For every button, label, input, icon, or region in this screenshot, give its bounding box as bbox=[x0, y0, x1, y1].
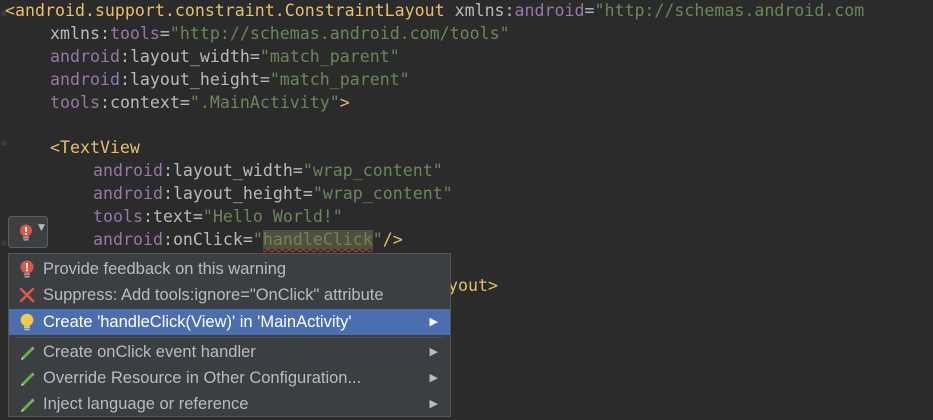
menu-item-label: Create 'handleClick(View)' in 'MainActiv… bbox=[43, 313, 352, 331]
attr-name: layout_height bbox=[172, 184, 303, 203]
attr-value: "wrap_content" bbox=[302, 161, 443, 180]
menu-item-suppress[interactable]: Suppress: Add tools:ignore="OnClick" att… bbox=[9, 282, 450, 308]
code-line-9: android:layout_height="wrap_content" bbox=[93, 182, 453, 205]
code-line-11: android:onClick="handleClick"/> bbox=[93, 228, 403, 251]
attr-value: "Hello World!" bbox=[202, 207, 343, 226]
attr-colon: : bbox=[504, 1, 515, 20]
submenu-arrow-icon: ▶ bbox=[429, 315, 438, 328]
attr-equals: = bbox=[179, 93, 190, 112]
attr-equals: = bbox=[259, 70, 270, 89]
attr-namespace: android bbox=[50, 47, 120, 66]
menu-item-label: Override Resource in Other Configuration… bbox=[43, 369, 362, 387]
menu-item-create-onclick-handler[interactable]: Create onClick event handler ▶ bbox=[9, 339, 450, 365]
attr-equals: = bbox=[292, 161, 303, 180]
chevron-down-icon: ▼ bbox=[38, 223, 45, 233]
tag-bracket: < bbox=[5, 1, 15, 20]
attr-name: context bbox=[109, 93, 180, 112]
tag-name: <TextView bbox=[50, 138, 140, 157]
menu-item-inject-language[interactable]: Inject language or reference ▶ bbox=[9, 391, 450, 417]
attr-value: ".MainActivity" bbox=[189, 93, 340, 112]
attr-equals: = bbox=[242, 230, 253, 249]
attr-namespace: android bbox=[93, 184, 163, 203]
attr-value: "http://schemas.android.com/tools" bbox=[169, 24, 510, 43]
attr-name: tools bbox=[109, 24, 160, 43]
attr-namespace: android bbox=[93, 161, 163, 180]
warning-bulb-icon bbox=[20, 260, 34, 278]
tag-name: android.support.constraint.ConstraintLay… bbox=[15, 1, 445, 20]
tag-close: /> bbox=[382, 230, 403, 249]
attr-equals: = bbox=[584, 1, 595, 20]
red-x-icon bbox=[19, 287, 35, 303]
attr-colon: : bbox=[162, 161, 173, 180]
attr-value: "match_parent" bbox=[269, 70, 410, 89]
code-line-7: <TextView bbox=[50, 136, 140, 159]
attr-namespace: android bbox=[93, 230, 163, 249]
code-line-1: <android.support.constraint.ConstraintLa… bbox=[5, 0, 864, 22]
attr-name: onClick bbox=[172, 230, 243, 249]
attr-colon: : bbox=[99, 93, 110, 112]
menu-item-provide-feedback[interactable]: Provide feedback on this warning bbox=[9, 256, 450, 282]
submenu-arrow-icon: ▶ bbox=[429, 345, 438, 358]
attr-equals: = bbox=[192, 207, 203, 226]
attr-namespace: android bbox=[50, 70, 120, 89]
attr-value-quote: " bbox=[372, 230, 383, 249]
code-line-2: xmlns:tools="http://schemas.android.com/… bbox=[50, 22, 510, 45]
menu-separator bbox=[15, 337, 443, 338]
submenu-arrow-icon: ▶ bbox=[429, 371, 438, 384]
attr-equals: = bbox=[302, 184, 313, 203]
attr-colon: : bbox=[162, 230, 173, 249]
menu-item-label: Suppress: Add tools:ignore="OnClick" att… bbox=[43, 286, 384, 304]
attr-colon: : bbox=[99, 24, 110, 43]
attr-name: layout_width bbox=[172, 161, 293, 180]
code-editor[interactable]: <android.support.constraint.ConstraintLa… bbox=[0, 0, 933, 420]
attr-colon: : bbox=[142, 207, 153, 226]
menu-item-override-resource[interactable]: Override Resource in Other Configuration… bbox=[9, 365, 450, 391]
code-line-5: tools:context=".MainActivity"> bbox=[50, 91, 350, 114]
warning-highlight[interactable]: handleClick bbox=[262, 230, 373, 249]
menu-item-create-handleclick[interactable]: Create 'handleClick(View)' in 'MainActiv… bbox=[9, 309, 450, 335]
attr-name: layout_width bbox=[129, 47, 250, 66]
menu-item-label: Inject language or reference bbox=[43, 395, 249, 413]
attr-value-quote: " bbox=[252, 230, 263, 249]
tag-close: > bbox=[339, 93, 350, 112]
attr-namespace: tools bbox=[50, 93, 100, 112]
attr-namespace: xmlns bbox=[454, 1, 505, 20]
attr-name: text bbox=[152, 207, 193, 226]
pencil-icon bbox=[21, 346, 35, 360]
attr-colon: : bbox=[119, 47, 130, 66]
attr-colon: : bbox=[162, 184, 173, 203]
menu-item-label: Create onClick event handler bbox=[43, 343, 256, 361]
pencil-icon bbox=[21, 372, 35, 386]
menu-item-label: Provide feedback on this warning bbox=[43, 260, 287, 278]
attr-namespace: xmlns bbox=[50, 24, 100, 43]
code-line-10: tools:text="Hello World!" bbox=[93, 205, 343, 228]
attr-namespace: tools bbox=[93, 207, 143, 226]
attr-value: "match_parent" bbox=[259, 47, 400, 66]
attr-name: layout_height bbox=[129, 70, 260, 89]
attr-value: "wrap_content" bbox=[312, 184, 453, 203]
gutter-fold-marker[interactable] bbox=[1, 140, 7, 146]
lightbulb-icon bbox=[20, 313, 34, 331]
code-line-8: android:layout_width="wrap_content" bbox=[93, 159, 443, 182]
red-bulb-icon bbox=[20, 224, 32, 241]
code-line-3: android:layout_width="match_parent" bbox=[50, 45, 400, 68]
intention-bulb-button[interactable]: ▼ bbox=[8, 216, 48, 248]
code-line-4: android:layout_height="match_parent" bbox=[50, 68, 410, 91]
attr-colon: : bbox=[119, 70, 130, 89]
attr-equals: = bbox=[249, 47, 260, 66]
intention-actions-menu: Provide feedback on this warning Suppres… bbox=[8, 253, 451, 417]
gutter-fold-marker[interactable] bbox=[1, 240, 7, 246]
pencil-icon bbox=[21, 398, 35, 412]
attr-equals: = bbox=[159, 24, 170, 43]
attr-name: android bbox=[514, 1, 585, 20]
submenu-arrow-icon: ▶ bbox=[429, 397, 438, 410]
attr-value: "http://schemas.android.com bbox=[594, 1, 865, 20]
